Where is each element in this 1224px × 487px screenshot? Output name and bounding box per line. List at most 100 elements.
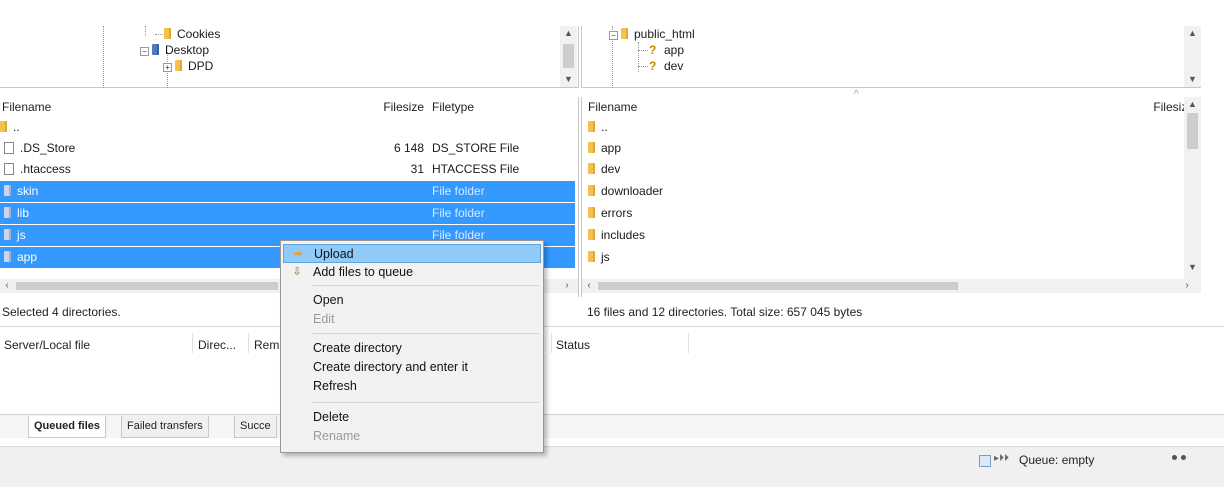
- column-header-filename[interactable]: Filename: [588, 97, 637, 117]
- tree-line: [103, 26, 104, 88]
- scroll-right-icon[interactable]: ›: [560, 279, 574, 293]
- column-header-direction[interactable]: Direc...: [198, 337, 236, 353]
- queue-tabs: Queued files Failed transfers Succe: [0, 414, 1224, 438]
- tree-item-dpd[interactable]: + DPD: [163, 58, 213, 74]
- list-item[interactable]: includes: [588, 225, 645, 246]
- scroll-right-icon[interactable]: ›: [1180, 279, 1194, 293]
- menu-item-label: Edit: [313, 312, 335, 326]
- tab-successful-transfers[interactable]: Succe: [234, 416, 277, 438]
- menu-item-open[interactable]: Open: [283, 291, 541, 310]
- file-name: .DS_Store: [20, 141, 76, 155]
- folder-icon: [152, 44, 159, 55]
- folder-icon: [175, 60, 182, 71]
- column-divider: [551, 333, 552, 353]
- list-item[interactable]: .htaccess 31 HTACCESS File: [0, 159, 575, 180]
- file-size: 6 148: [393, 141, 424, 155]
- tree-item-app[interactable]: ? app: [649, 42, 684, 58]
- scrollbar-thumb[interactable]: [563, 44, 574, 68]
- file-name: app: [601, 141, 622, 155]
- column-header-filesize[interactable]: Filesize: [370, 97, 424, 117]
- remote-status-text: 16 files and 12 directories. Total size:…: [587, 305, 863, 319]
- scroll-down-icon[interactable]: ▼: [1184, 260, 1201, 275]
- tree-item-label: Desktop: [165, 43, 210, 57]
- scrollbar-thumb[interactable]: [1187, 113, 1198, 149]
- file-size: 31: [410, 162, 424, 176]
- file-name: js: [601, 250, 610, 264]
- file-icon: [4, 142, 14, 154]
- menu-item-create-directory-and-enter[interactable]: Create directory and enter it: [283, 358, 541, 377]
- menu-item-label: Open: [313, 293, 344, 307]
- folder-icon: [588, 121, 595, 132]
- list-item[interactable]: lib File folder: [0, 203, 575, 224]
- scroll-up-icon[interactable]: ▲: [560, 26, 577, 41]
- tree-item-public-html[interactable]: − public_html: [609, 26, 695, 42]
- list-item[interactable]: downloader: [588, 181, 663, 202]
- menu-item-delete[interactable]: Delete: [283, 408, 541, 427]
- file-type: File folder: [432, 184, 485, 198]
- file-name: includes: [601, 228, 646, 242]
- menu-separator: [311, 402, 539, 403]
- column-divider: [192, 333, 193, 353]
- scroll-down-icon[interactable]: ▼: [560, 72, 577, 87]
- horizontal-scrollbar[interactable]: ‹ ›: [582, 279, 1201, 293]
- vertical-scrollbar[interactable]: ▲ ▼: [1184, 26, 1201, 87]
- tab-queued-files[interactable]: Queued files: [28, 416, 107, 438]
- folder-icon: [588, 163, 595, 174]
- tree-item-cookies[interactable]: Cookies: [164, 26, 220, 42]
- file-name: downloader: [601, 184, 664, 198]
- folder-icon: [588, 229, 595, 240]
- tree-item-desktop[interactable]: − Desktop: [140, 42, 209, 58]
- menu-item-add-files-to-queue[interactable]: ⇩ Add files to queue: [283, 263, 541, 282]
- local-directory-tree[interactable]: Cookies − Desktop + DPD ▲ ▼: [0, 26, 579, 88]
- remote-directory-tree[interactable]: − public_html ? app ? dev ▲ ▼: [581, 26, 1201, 88]
- column-header-server-local-file[interactable]: Server/Local file: [4, 337, 90, 353]
- list-item[interactable]: ..: [588, 117, 608, 138]
- vertical-scrollbar[interactable]: ▲ ▼: [560, 26, 577, 87]
- menu-item-upload[interactable]: ➡ Upload: [283, 244, 541, 263]
- scrollbar-thumb[interactable]: [598, 282, 958, 290]
- column-header-status[interactable]: Status: [556, 337, 590, 353]
- list-item[interactable]: .DS_Store 6 148 DS_STORE File: [0, 138, 575, 159]
- menu-item-label: Rename: [313, 429, 361, 443]
- folder-icon: [4, 251, 11, 262]
- scroll-up-icon[interactable]: ▲: [1184, 26, 1201, 41]
- vertical-scrollbar[interactable]: ▲ ▼: [1184, 97, 1201, 279]
- tree-item-label: app: [664, 43, 685, 57]
- folder-icon: [4, 229, 11, 240]
- folder-icon: [588, 251, 595, 262]
- column-header-filetype[interactable]: Filetype: [432, 97, 474, 117]
- tree-item-dev[interactable]: ? dev: [649, 58, 683, 74]
- upload-arrow-icon: ➡: [293, 248, 303, 260]
- list-item[interactable]: skin File folder: [0, 181, 575, 202]
- list-item[interactable]: errors: [588, 203, 632, 224]
- scroll-down-icon[interactable]: ▼: [1184, 72, 1201, 87]
- file-name: lib: [17, 206, 30, 220]
- menu-item-create-directory[interactable]: Create directory: [283, 339, 541, 358]
- activity-indicator-icon: [1172, 455, 1177, 460]
- tab-failed-transfers[interactable]: Failed transfers: [121, 416, 209, 438]
- scrollbar-thumb[interactable]: [16, 282, 278, 290]
- collapse-icon[interactable]: −: [140, 47, 149, 56]
- collapse-icon[interactable]: −: [609, 31, 618, 40]
- add-to-queue-icon: ⇩: [292, 266, 302, 278]
- menu-item-edit[interactable]: Edit: [283, 310, 541, 329]
- scroll-up-icon[interactable]: ▲: [1184, 97, 1201, 112]
- menu-item-refresh[interactable]: Refresh: [283, 377, 541, 396]
- folder-icon: [4, 207, 11, 218]
- column-header-remote-file[interactable]: Rem: [254, 337, 279, 353]
- menu-item-label: Add files to queue: [313, 265, 414, 279]
- list-item[interactable]: app: [588, 138, 621, 159]
- column-divider: [248, 333, 249, 353]
- file-type: HTACCESS File: [432, 162, 520, 176]
- column-header-filename[interactable]: Filename: [2, 97, 51, 117]
- menu-item-rename[interactable]: Rename: [283, 427, 541, 446]
- list-item[interactable]: ..: [0, 117, 575, 138]
- file-name: .htaccess: [20, 162, 71, 176]
- scroll-left-icon[interactable]: ‹: [582, 279, 596, 293]
- list-item[interactable]: dev: [588, 159, 620, 180]
- scroll-left-icon[interactable]: ‹: [0, 279, 14, 293]
- remote-file-list[interactable]: Filename Filesize ^ .. app dev downloade…: [581, 89, 1201, 297]
- folder-icon: [588, 142, 595, 153]
- list-item[interactable]: js: [588, 247, 610, 268]
- expand-icon[interactable]: +: [163, 63, 172, 72]
